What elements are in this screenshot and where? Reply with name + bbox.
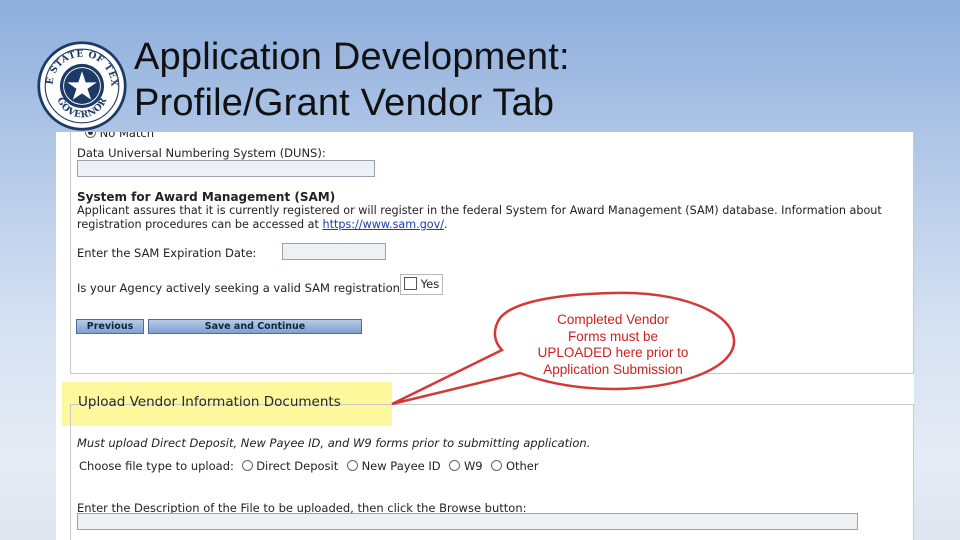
slide-title: Application Development: Profile/Grant V…	[134, 34, 570, 126]
callout-line-4: Application Submission	[543, 361, 683, 377]
description-input[interactable]	[77, 513, 858, 530]
new-payee-id-radio[interactable]	[346, 460, 358, 471]
file-type-label: Choose file type to upload:	[79, 459, 234, 473]
other-radio[interactable]	[491, 460, 503, 471]
sam-seeking-label: Is your Agency actively seeking a valid …	[77, 281, 407, 295]
sam-expiration-input[interactable]	[282, 243, 386, 260]
callout-line-2: Forms must be	[567, 328, 659, 344]
file-type-new-payee-id[interactable]: New Payee ID	[346, 459, 444, 473]
duns-label: Data Universal Numbering System (DUNS):	[77, 146, 326, 160]
upload-instruction: Must upload Direct Deposit, New Payee ID…	[77, 436, 591, 450]
w9-radio[interactable]	[449, 460, 461, 471]
callout-text: Completed Vendor Forms must be UPLOADED …	[524, 312, 702, 378]
sam-expiration-label: Enter the SAM Expiration Date:	[77, 246, 257, 260]
upload-legend: Upload Vendor Information Documents	[78, 394, 341, 410]
file-type-row: Choose file type to upload: Direct Depos…	[79, 459, 539, 473]
previous-button[interactable]: Previous	[76, 319, 144, 334]
no-match-radio[interactable]	[85, 132, 96, 138]
sam-seeking-checkbox-label: Yes	[420, 277, 440, 291]
sam-description-prefix: registration procedures can be accessed …	[77, 218, 323, 231]
sam-link[interactable]: https://www.sam.gov/	[322, 218, 444, 231]
no-match-option[interactable]: No Match	[85, 132, 154, 140]
file-type-w9[interactable]: W9	[449, 459, 486, 473]
save-continue-button[interactable]: Save and Continue	[148, 319, 362, 334]
sam-description-line-2: registration procedures can be accessed …	[77, 218, 448, 231]
sam-description-suffix: .	[444, 218, 448, 231]
file-type-other[interactable]: Other	[491, 459, 539, 473]
direct-deposit-radio[interactable]	[241, 460, 253, 471]
w9-label: W9	[463, 459, 483, 473]
no-match-label: No Match	[99, 132, 155, 140]
sam-heading: System for Award Management (SAM)	[77, 190, 336, 204]
vendor-tab-screenshot: No Match Data Universal Numbering System…	[56, 132, 914, 540]
other-label: Other	[505, 459, 539, 473]
legend-divider-right	[351, 404, 391, 405]
sam-seeking-option[interactable]: Yes	[400, 274, 444, 295]
callout-line-1: Completed Vendor	[557, 312, 669, 327]
sam-description-line-1: Applicant assures that it is currently r…	[77, 204, 882, 217]
legend-divider	[70, 404, 76, 405]
sam-seeking-checkbox[interactable]	[404, 277, 417, 290]
texas-governor-seal-icon: THE STATE OF TEXAS GOVERNOR	[36, 40, 127, 131]
file-type-direct-deposit[interactable]: Direct Deposit	[241, 459, 342, 473]
duns-input[interactable]	[77, 160, 375, 177]
slide-title-line-1: Application Development:	[134, 36, 570, 78]
direct-deposit-label: Direct Deposit	[256, 459, 339, 473]
slide-title-line-2: Profile/Grant Vendor Tab	[134, 82, 555, 124]
callout-line-3: UPLOADED here prior to	[537, 345, 689, 360]
new-payee-id-label: New Payee ID	[361, 459, 441, 473]
